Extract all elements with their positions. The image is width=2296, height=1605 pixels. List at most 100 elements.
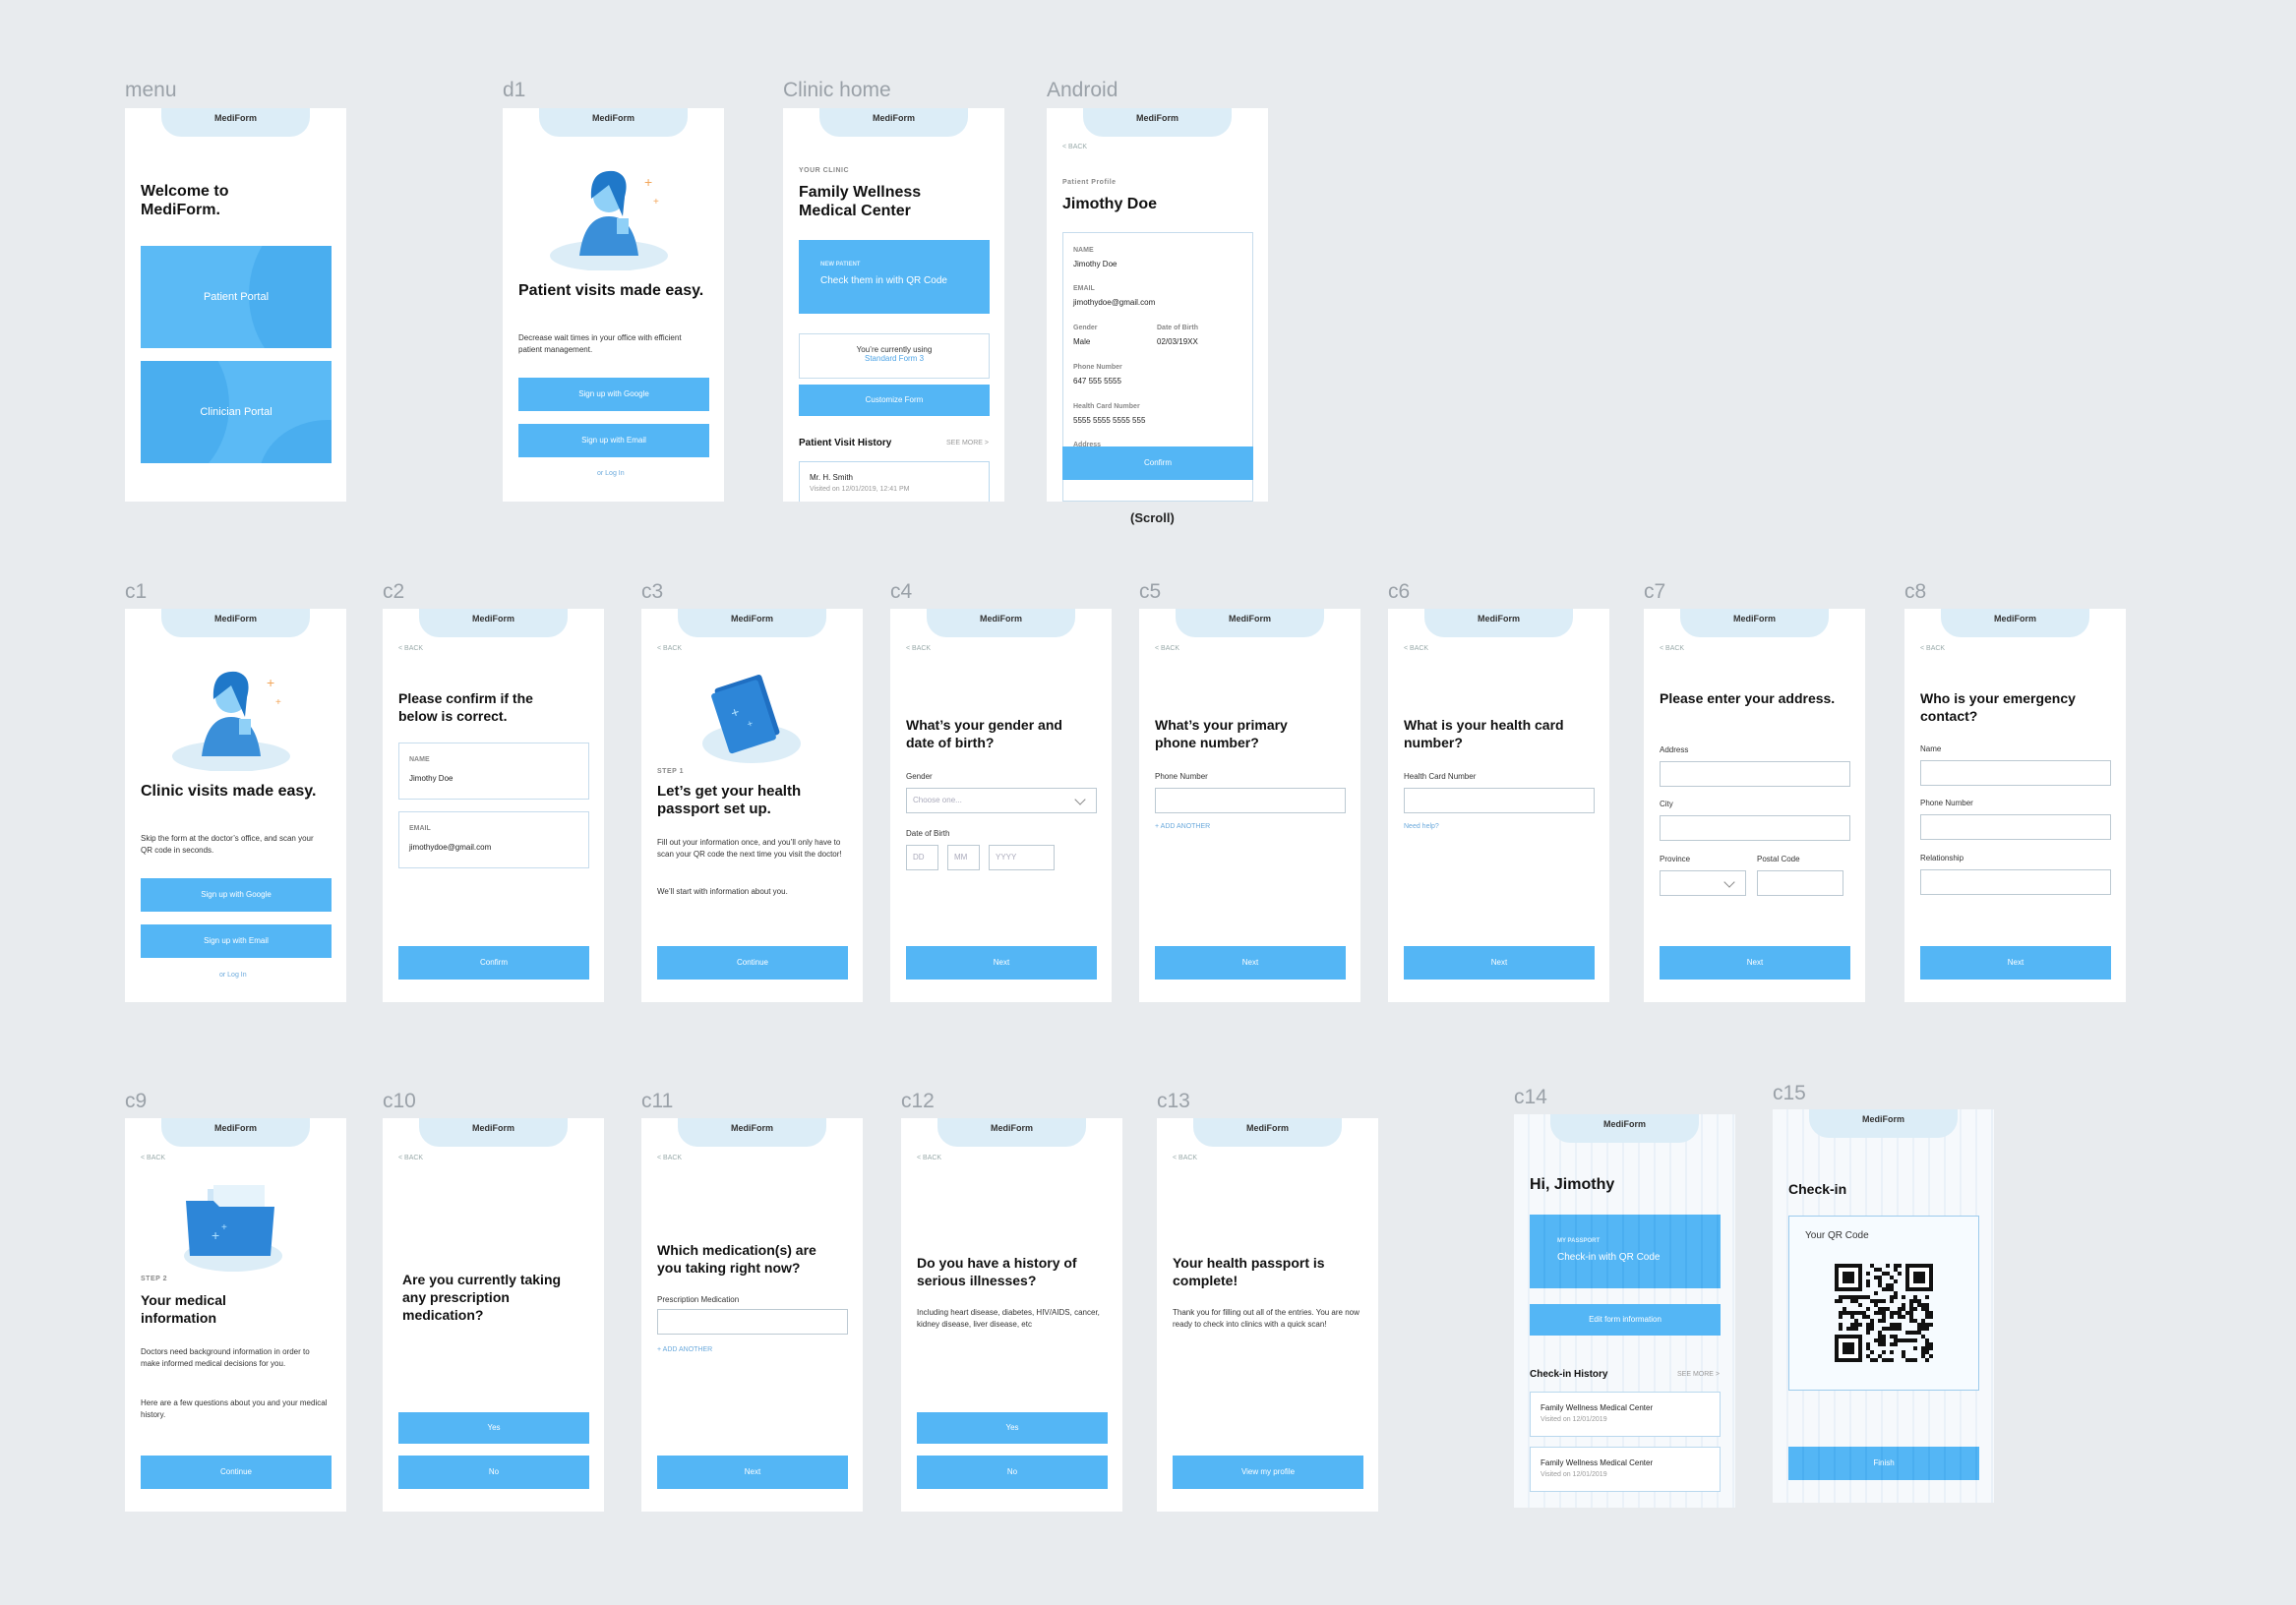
- next-button[interactable]: Next: [1404, 946, 1595, 980]
- back-link[interactable]: < BACK: [1920, 645, 1945, 652]
- name-card[interactable]: NAME Jimothy Doe: [398, 743, 589, 800]
- c11-title: Which medication(s) are you taking right…: [657, 1242, 816, 1276]
- frame-label-c4: c4: [890, 580, 913, 603]
- gender-value: Male: [1073, 337, 1091, 346]
- frame-c6: MediForm < BACK What is your health card…: [1388, 609, 1609, 1002]
- no-button[interactable]: No: [917, 1456, 1108, 1489]
- contact-phone-label: Phone Number: [1920, 799, 1973, 807]
- postal-code-label: Postal Code: [1757, 855, 1800, 863]
- continue-button[interactable]: Continue: [141, 1456, 332, 1489]
- need-help-link[interactable]: Need help?: [1404, 823, 1439, 830]
- medication-label: Prescription Medication: [657, 1295, 740, 1304]
- sign-up-email-button[interactable]: Sign up with Email: [141, 924, 332, 958]
- back-link[interactable]: < BACK: [657, 1155, 682, 1161]
- sign-up-google-button[interactable]: Sign up with Google: [141, 878, 332, 912]
- svg-text:+: +: [644, 174, 652, 190]
- scroll-note: (Scroll): [1130, 510, 1175, 525]
- contact-phone-input[interactable]: [1920, 814, 2111, 840]
- back-link[interactable]: < BACK: [141, 1155, 165, 1161]
- view-profile-button[interactable]: View my profile: [1173, 1456, 1363, 1489]
- dob-year-input[interactable]: YYYY: [989, 845, 1055, 870]
- yes-button[interactable]: Yes: [917, 1412, 1108, 1444]
- frame-label-c7: c7: [1644, 580, 1666, 603]
- app-header-pill: MediForm: [1550, 1114, 1699, 1143]
- contact-name-input[interactable]: [1920, 760, 2111, 786]
- back-link[interactable]: < BACK: [906, 645, 931, 652]
- frame-label-c12: c12: [901, 1090, 935, 1112]
- see-more-link[interactable]: SEE MORE >: [1677, 1371, 1720, 1378]
- postal-code-input[interactable]: [1757, 870, 1843, 896]
- gender-placeholder: Choose one...: [913, 796, 962, 804]
- next-button[interactable]: Next: [1155, 946, 1346, 980]
- my-passport-card[interactable]: MY PASSPORT Check-in with QR Code: [1530, 1215, 1721, 1288]
- see-more-link[interactable]: SEE MORE >: [946, 440, 989, 446]
- frame-label-c2: c2: [383, 580, 405, 603]
- email-card[interactable]: EMAIL jimothydoe@gmail.com: [398, 811, 589, 868]
- relationship-input[interactable]: [1920, 869, 2111, 895]
- confirm-button[interactable]: Confirm: [1062, 446, 1253, 480]
- app-header-pill: MediForm: [819, 108, 968, 137]
- customize-form-button[interactable]: Customize Form: [799, 385, 990, 416]
- current-form-link[interactable]: Standard Form 3: [800, 354, 989, 363]
- frame-menu: MediForm Welcome to MediForm. Patient Po…: [125, 108, 346, 502]
- continue-button[interactable]: Continue: [657, 946, 848, 980]
- my-passport-eyebrow: MY PASSPORT: [1557, 1238, 1601, 1244]
- c13-description: Thank you for filling out all of the ent…: [1173, 1308, 1359, 1329]
- back-link[interactable]: < BACK: [398, 1155, 423, 1161]
- visit-patient-name: Mr. H. Smith: [810, 473, 854, 482]
- dob-label: Date of Birth: [906, 829, 950, 838]
- frame-c15: MediForm Check-in Your QR Code Finish: [1773, 1109, 1994, 1503]
- add-another-link[interactable]: + ADD ANOTHER: [657, 1346, 712, 1353]
- patient-profile-eyebrow: Patient Profile: [1062, 179, 1117, 186]
- back-link[interactable]: < BACK: [1155, 645, 1179, 652]
- dob-month-input[interactable]: MM: [947, 845, 980, 870]
- name-label: NAME: [1073, 247, 1094, 254]
- city-input[interactable]: [1660, 815, 1850, 841]
- back-link[interactable]: < BACK: [398, 645, 423, 652]
- dob-day-input[interactable]: DD: [906, 845, 938, 870]
- frame-c8: MediForm < BACK Who is your emergency co…: [1904, 609, 2126, 1002]
- clinician-portal-button[interactable]: Clinician Portal: [141, 361, 332, 463]
- province-select[interactable]: [1660, 870, 1746, 896]
- medication-input[interactable]: [657, 1309, 848, 1335]
- check-in-history-item[interactable]: Family Wellness Medical Center Visited o…: [1530, 1447, 1721, 1492]
- address-input[interactable]: [1660, 761, 1850, 787]
- phone-input[interactable]: [1155, 788, 1346, 813]
- check-in-history-item[interactable]: Family Wellness Medical Center Visited o…: [1530, 1392, 1721, 1437]
- new-patient-text: Check them in with QR Code: [820, 275, 947, 286]
- next-button[interactable]: Next: [906, 946, 1097, 980]
- next-button[interactable]: Next: [1660, 946, 1850, 980]
- health-card-label: Health Card Number: [1073, 403, 1140, 410]
- edit-form-button[interactable]: Edit form information: [1530, 1304, 1721, 1336]
- frame-c10: MediForm < BACK Are you currently taking…: [383, 1118, 604, 1512]
- log-in-link[interactable]: or Log In: [597, 470, 625, 477]
- patient-portal-button[interactable]: Patient Portal: [141, 246, 332, 348]
- back-link[interactable]: < BACK: [1173, 1155, 1197, 1161]
- visit-history-item[interactable]: Mr. H. Smith Visited on 12/01/2019, 12:4…: [799, 461, 990, 502]
- finish-button[interactable]: Finish: [1788, 1447, 1979, 1480]
- gender-select[interactable]: Choose one...: [906, 788, 1097, 813]
- frame-label-clinic-home: Clinic home: [783, 79, 891, 101]
- back-link[interactable]: < BACK: [917, 1155, 941, 1161]
- back-link[interactable]: < BACK: [1404, 645, 1428, 652]
- next-button[interactable]: Next: [1920, 946, 2111, 980]
- log-in-link[interactable]: or Log In: [219, 972, 247, 979]
- sign-up-email-button[interactable]: Sign up with Email: [518, 424, 709, 457]
- back-link[interactable]: < BACK: [1062, 144, 1087, 150]
- frame-c14: MediForm Hi, Jimothy MY PASSPORT Check-i…: [1514, 1114, 1735, 1508]
- confirm-button[interactable]: Confirm: [398, 946, 589, 980]
- app-header-pill: MediForm: [161, 1118, 310, 1147]
- next-button[interactable]: Next: [657, 1456, 848, 1489]
- new-patient-qr-card[interactable]: NEW PATIENT Check them in with QR Code: [799, 240, 990, 314]
- health-card-value: 5555 5555 5555 555: [1073, 416, 1146, 425]
- yes-button[interactable]: Yes: [398, 1412, 589, 1444]
- qr-code-icon: [1835, 1264, 1933, 1362]
- back-link[interactable]: < BACK: [657, 645, 682, 652]
- add-another-link[interactable]: + ADD ANOTHER: [1155, 823, 1210, 830]
- email-value: jimothydoe@gmail.com: [1073, 298, 1156, 307]
- sign-up-google-button[interactable]: Sign up with Google: [518, 378, 709, 411]
- no-button[interactable]: No: [398, 1456, 589, 1489]
- patient-portal-label: Patient Portal: [203, 291, 270, 303]
- back-link[interactable]: < BACK: [1660, 645, 1684, 652]
- health-card-input[interactable]: [1404, 788, 1595, 813]
